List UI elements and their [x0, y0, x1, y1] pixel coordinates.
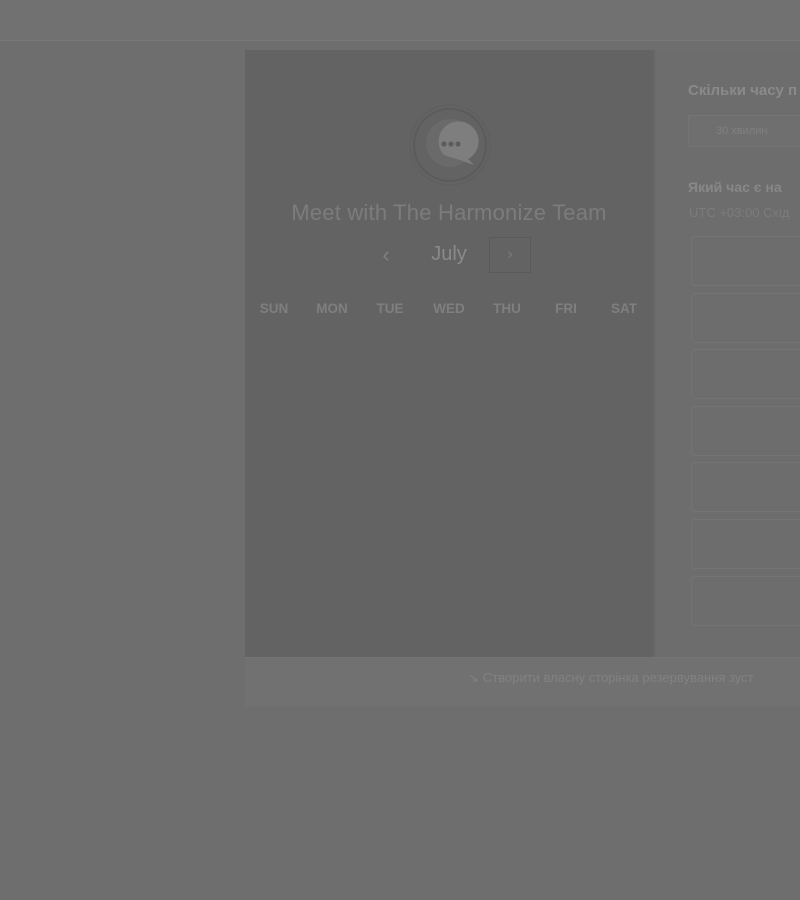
duration-heading: Скільки часу п — [688, 82, 798, 99]
time-slot[interactable] — [691, 236, 800, 286]
weekday-wed: WED — [433, 301, 465, 316]
previous-month-button[interactable]: ‹ — [371, 240, 401, 270]
weekday-sun: SUN — [259, 301, 289, 316]
page-title: Meet with The Harmonize Team — [291, 200, 607, 225]
timezone-selector[interactable]: UTC +03:00 Схід — [689, 205, 789, 220]
current-month-label: July — [431, 243, 467, 265]
calendar-panel: Meet with The Harmonize Team ‹ July › SU… — [245, 50, 653, 657]
top-navigation-bar — [0, 0, 800, 40]
weekday-sat: SAT — [611, 301, 637, 316]
footer-link-label: Створити власну сторінка резервування зу… — [482, 670, 754, 685]
time-slot[interactable] — [691, 406, 800, 456]
top-bar-divider — [0, 40, 800, 41]
card-footer: ↘ Створити власну сторінка резервування з… — [245, 657, 800, 706]
weekday-tue: TUE — [376, 301, 404, 316]
weekday-fri: FRI — [555, 301, 577, 316]
time-heading: Який час є на — [688, 179, 782, 195]
create-booking-page-link[interactable]: ↘ Створити власну сторінка резервування з… — [468, 670, 754, 686]
chat-bubble-icon — [409, 104, 491, 186]
time-slot[interactable] — [691, 293, 800, 343]
next-month-button[interactable]: › — [489, 237, 531, 273]
time-slot[interactable] — [691, 576, 800, 626]
booking-options-panel: Скільки часу п 30 хвилин Який час є на U… — [655, 50, 800, 657]
time-slot[interactable] — [691, 462, 800, 512]
booking-card: Meet with The Harmonize Team ‹ July › SU… — [245, 50, 800, 706]
time-slot[interactable] — [691, 349, 800, 399]
duration-option-30-min[interactable]: 30 хвилин — [688, 115, 800, 147]
weekday-mon: MON — [316, 301, 348, 316]
time-slot[interactable] — [691, 519, 800, 569]
weekday-thu: THU — [493, 301, 521, 316]
arrow-curve-icon: ↘ — [468, 670, 479, 685]
month-navigation: ‹ July › — [245, 236, 653, 276]
top-navigation-remnants — [330, 0, 792, 6]
